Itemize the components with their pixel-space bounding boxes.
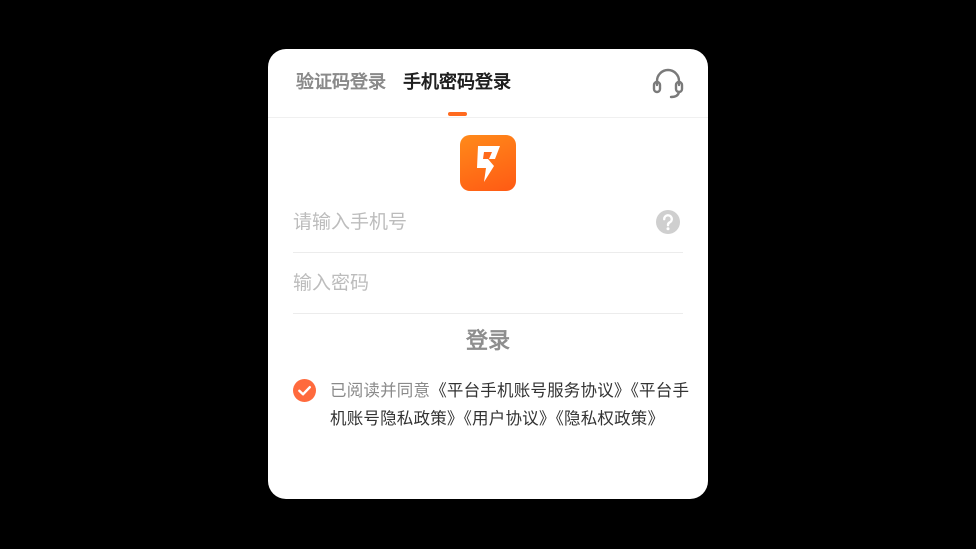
tab-sms-login[interactable]: 验证码登录: [296, 71, 386, 95]
login-dialog: 验证码登录 手机密码登录 登录 已阅读并同意《平台手机账号服务协议》《平台手机账: [268, 49, 708, 499]
link-user-agreement[interactable]: 《用户协议》: [464, 409, 556, 428]
phone-field: [293, 192, 683, 253]
password-field: [293, 253, 683, 314]
login-tabs: 验证码登录 手机密码登录: [268, 49, 708, 118]
agreement-text: 已阅读并同意《平台手机账号服务协议》《平台手机账号隐私政策》《用户协议》《隐私权…: [330, 377, 692, 433]
question-circle-icon[interactable]: [655, 209, 681, 235]
login-button[interactable]: 登录: [268, 325, 708, 359]
active-tab-indicator: [448, 112, 467, 116]
check-circle-icon[interactable]: [293, 379, 316, 402]
lightning-logo-icon: [477, 146, 500, 182]
headset-icon[interactable]: [651, 66, 685, 100]
tab-password-login[interactable]: 手机密码登录: [403, 71, 511, 95]
app-logo: [460, 135, 516, 191]
link-service-agreement[interactable]: 《平台手机账号服务协议》: [430, 381, 630, 400]
password-input[interactable]: [293, 267, 643, 299]
agreement-prefix: 已阅读并同意: [330, 381, 431, 400]
phone-input[interactable]: [293, 206, 643, 238]
link-privacy-rights-policy[interactable]: 《隐私权政策》: [556, 409, 665, 428]
